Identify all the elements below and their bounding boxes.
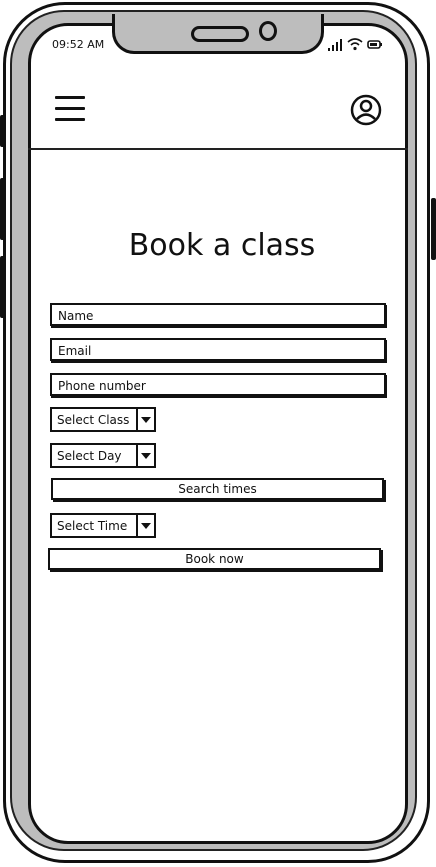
phone-side-button-left-top [0,115,5,147]
name-field[interactable] [50,303,386,326]
dropdown-arrow-icon[interactable] [136,515,154,536]
time-select-label: Select Time [57,518,128,533]
phone-side-button-right [431,198,436,260]
time-select[interactable]: Select Time [50,513,156,538]
menu-line [55,96,85,99]
day-select-label: Select Day [57,448,122,463]
book-now-button[interactable]: Book now [48,548,381,570]
speaker-grille [191,26,249,42]
wifi-icon [347,38,363,51]
phone-notch [112,14,324,54]
signal-icon [328,39,342,51]
status-icons [327,36,387,52]
battery-icon [367,40,382,49]
hamburger-menu-icon[interactable] [55,96,85,122]
dropdown-arrow-icon[interactable] [136,409,154,430]
status-time: 09:52 AM [52,38,105,51]
menu-line [55,118,85,121]
search-times-button[interactable]: Search times [51,478,384,500]
dropdown-arrow-icon[interactable] [136,445,154,466]
phone-field[interactable] [50,373,386,396]
email-field[interactable] [50,338,386,361]
class-select-label: Select Class [57,412,130,427]
front-camera [259,21,277,41]
day-select[interactable]: Select Day [50,443,156,468]
menu-line [55,107,85,110]
phone-side-button-left-bottom [0,256,5,318]
user-circle-icon[interactable] [350,94,382,126]
class-select[interactable]: Select Class [50,407,156,432]
phone-side-button-left-mid [0,178,5,240]
name-input[interactable] [52,306,384,326]
page-title: Book a class [128,228,316,263]
phone-input[interactable] [52,376,384,396]
email-input[interactable] [52,341,384,361]
